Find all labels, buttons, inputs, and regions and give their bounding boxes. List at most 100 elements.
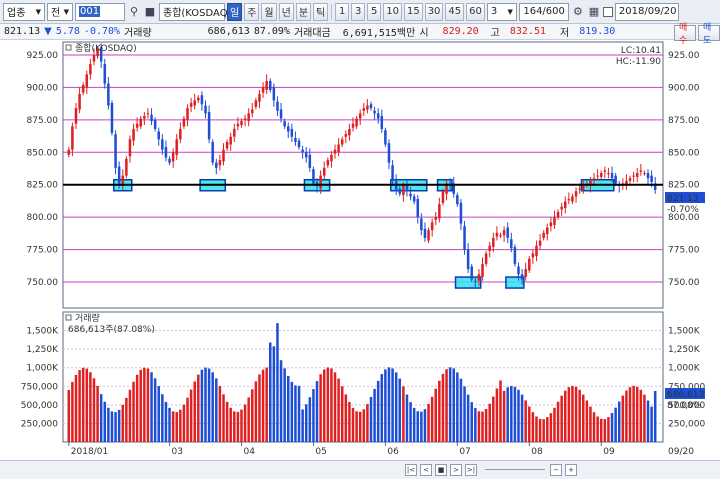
settings-icon[interactable]: ⚙ [571,3,585,21]
candle-body [150,114,153,122]
period-day-button[interactable]: 일 [227,2,243,21]
minute-10-button[interactable]: 10 [383,2,402,21]
candle-body [524,269,527,277]
volume-bar [376,380,380,442]
candle-body [135,123,139,128]
minute-1-button[interactable]: 1 [335,2,350,21]
minute-15-button[interactable]: 15 [403,2,423,21]
period-minute-button[interactable]: 분 [295,2,312,21]
scroll-bar[interactable]: |< < ■ > >| − + [0,460,720,479]
stop-icon[interactable]: ■ [435,464,447,476]
date-field[interactable]: 2018/09/20 [614,2,679,21]
volume-bar [405,394,409,442]
first-page-icon[interactable]: |< [405,464,417,476]
volume-bar [89,372,92,442]
down-arrow-icon: ▼ [44,26,52,37]
grid-icon[interactable]: ▦ [587,3,601,21]
volume-bar [247,397,250,442]
volume-bar [322,369,326,442]
next-page-icon[interactable]: > [450,464,462,476]
type-select[interactable]: 전 ▼ [47,2,73,21]
sell-button[interactable]: 매도 [698,23,720,46]
candle-body [459,202,463,224]
minute-60-button[interactable]: 60 [466,2,485,21]
speaker-icon[interactable]: ■ [143,3,157,21]
candle-body [398,188,402,194]
candle-body [517,266,520,275]
chevron-down-icon: ▼ [63,7,69,16]
candle-body [528,258,531,271]
candle-body [247,113,250,122]
volume-bar [369,397,373,442]
volume-bar [290,381,294,442]
market-select[interactable]: 업종 ▼ [3,2,45,21]
volume-bar [412,407,416,442]
volume-bar [420,411,423,442]
volume-bar [193,381,196,442]
zoom-in-icon[interactable]: + [565,464,577,476]
candle-body [441,191,445,203]
volume-bar [524,400,527,442]
volume-bar [258,374,261,442]
candle-body [456,195,459,205]
prev-page-icon[interactable]: < [420,464,432,476]
candle-body [81,84,85,93]
period-week-button[interactable]: 주 [244,2,260,21]
candle-body [251,109,254,114]
minute-3-button[interactable]: 3 [351,2,366,21]
volume-bar [276,323,279,442]
quote-info-bar: 821.13 ▼ 5.78 -0.70% 거래량 686,613 87.09% … [0,24,720,40]
option-checkbox[interactable] [602,6,613,17]
candle-body [225,141,229,149]
search-icon[interactable]: ⚲ [127,3,141,21]
volume-tick-left: 250,000 [21,419,58,429]
period-tick-button[interactable]: 틱 [313,2,329,21]
candle-body [416,199,420,218]
count-field[interactable]: 164/600 [518,2,569,21]
candle-body [286,126,290,132]
code-input[interactable]: 001 [75,2,125,21]
volume-bar [492,396,495,442]
volume-bar [571,385,574,442]
code-value: 001 [79,6,101,17]
candle-body [420,218,423,231]
x-tick-label: 05 [315,447,326,457]
interval-select[interactable]: 3 ▼ [486,2,517,21]
chart-area[interactable]: 925.00 925.00 900.00 900.00 875.00 875.00 850.… [0,40,720,479]
volume-bar [481,411,484,442]
last-page-icon[interactable]: >| [465,464,477,476]
amount-value: 6,691,515백만 [342,28,416,39]
volume-bar [650,406,653,442]
volume-bar [560,395,563,442]
volume-tick-left: 1,250K [26,345,59,355]
volume-bar [578,389,581,442]
minute-45-button[interactable]: 45 [445,2,465,21]
price-tick-right: 925.00 [668,51,700,61]
candle-body [337,144,340,153]
candle-body [344,134,348,137]
volume-bar [125,397,128,442]
zoom-out-icon[interactable]: − [550,464,562,476]
minute-5-button[interactable]: 5 [367,2,382,21]
price-panel [62,41,664,309]
volume-bar [653,390,657,442]
candle-body [67,149,71,155]
volume-bar [254,381,258,442]
volume-bar [358,411,362,442]
candle-body [279,109,283,119]
period-month-button[interactable]: 월 [261,2,277,21]
candle-body [506,227,509,238]
volume-bar [427,403,430,442]
candle-body [175,139,178,155]
candle-body [466,249,470,270]
volume-bar [610,413,614,442]
candle-body [391,165,394,181]
buy-button[interactable]: 매수 [674,23,696,46]
zoom-slider[interactable] [485,469,545,470]
period-year-button[interactable]: 년 [278,2,294,21]
minute-30-button[interactable]: 30 [424,2,444,21]
chart-canvas[interactable]: 925.00 925.00 900.00 900.00 875.00 875.00 850.… [0,40,720,460]
candle-body [650,175,653,183]
candle-body [423,228,427,238]
volume-bar [459,378,463,442]
